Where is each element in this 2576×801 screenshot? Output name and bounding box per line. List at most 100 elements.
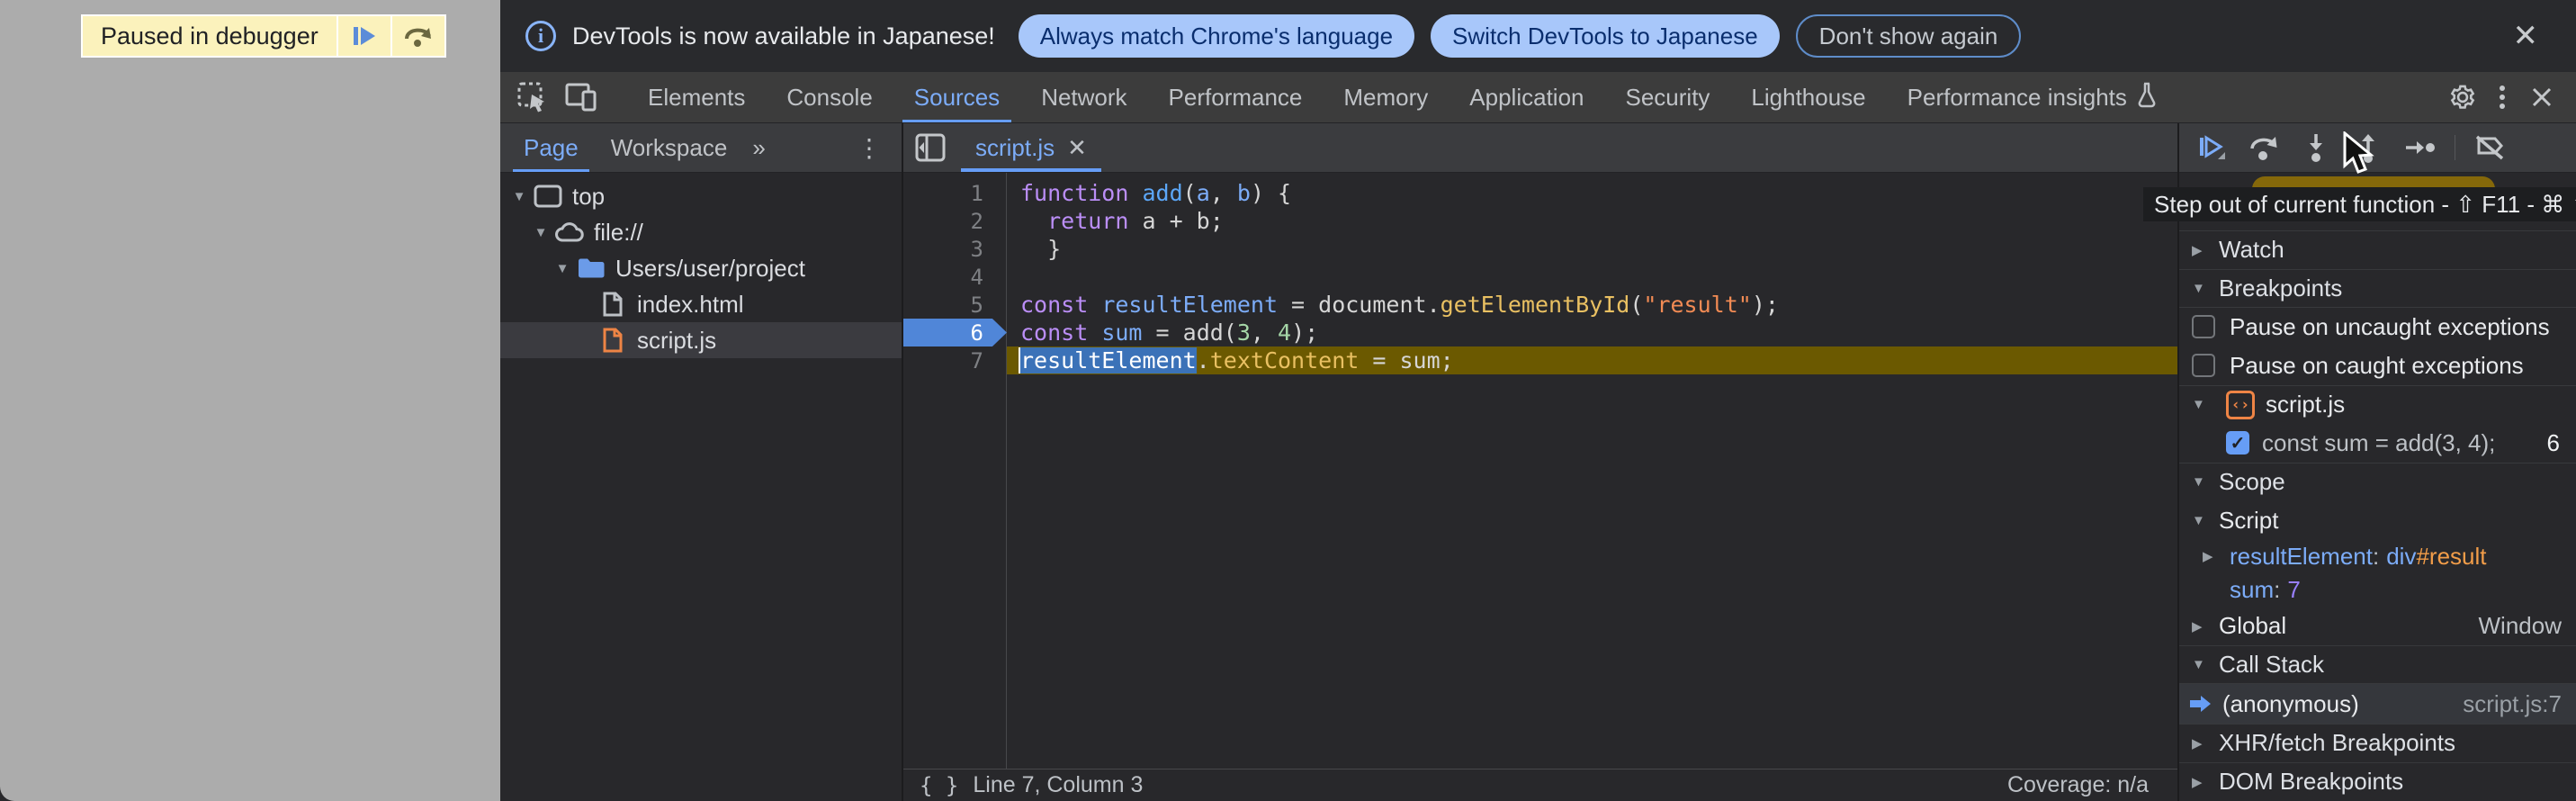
navigator-pane: Page Workspace » ⋮ ▼top▼file://▼Users/us… — [500, 123, 903, 801]
step-over-button[interactable] — [392, 16, 444, 56]
scope-global-row[interactable]: ▶ Global Window — [2179, 607, 2576, 645]
step-out-icon[interactable] — [2345, 127, 2392, 168]
editor-status-bar: { } Line 7, Column 3 Coverage: n/a — [903, 769, 2177, 801]
panel-tabs: ElementsConsoleSourcesNetworkPerformance… — [627, 72, 2178, 122]
code-editor[interactable]: 1function add(a, b) {2 return a + b;3 }4… — [903, 173, 2177, 769]
always-match-language-button[interactable]: Always match Chrome's language — [1019, 14, 1414, 58]
section-call-stack[interactable]: ▼ Call Stack — [2179, 645, 2576, 684]
line-number[interactable]: 5 — [903, 291, 1007, 319]
tab-performance[interactable]: Performance — [1148, 72, 1324, 122]
code-line-4[interactable]: 4 — [903, 263, 2177, 291]
tab-elements[interactable]: Elements — [627, 72, 766, 122]
navigator-tab-row: Page Workspace » ⋮ — [500, 123, 902, 173]
toggle-navigator-panel-icon[interactable] — [903, 123, 957, 172]
dont-show-again-button[interactable]: Don't show again — [1796, 14, 2022, 58]
scope-group-label: Script — [2219, 507, 2278, 535]
editor-tab-close-icon[interactable]: ✕ — [1067, 134, 1087, 162]
section-xhr-breakpoints[interactable]: ▶ XHR/fetch Breakpoints — [2179, 724, 2576, 762]
call-stack-frame-row[interactable]: (anonymous) script.js:7 — [2179, 684, 2576, 724]
step-over-icon[interactable] — [2240, 127, 2287, 168]
code-token: b — [1237, 180, 1251, 206]
pretty-print-icon[interactable]: { } — [920, 773, 958, 798]
resume-script-button[interactable] — [2188, 127, 2235, 168]
chevron-down-icon[interactable]: ▼ — [552, 261, 572, 276]
settings-gear-icon[interactable] — [2443, 77, 2482, 117]
tab-performance-insights[interactable]: Performance insights — [1887, 72, 2178, 122]
line-number[interactable]: 3 — [903, 235, 1007, 263]
chevron-down-icon: ▼ — [2192, 281, 2219, 296]
inspect-element-icon[interactable] — [513, 77, 552, 117]
code-line-3[interactable]: 3 } — [903, 235, 2177, 263]
toggle-device-toolbar-icon[interactable] — [561, 77, 601, 117]
chevron-down-icon: ▼ — [2192, 474, 2219, 490]
code-token: "result" — [1643, 292, 1751, 318]
chevron-down-icon[interactable]: ▼ — [509, 189, 529, 204]
section-scope[interactable]: ▼ Scope — [2179, 463, 2576, 501]
more-options-kebab-icon[interactable] — [2482, 77, 2522, 117]
folder-icon — [576, 255, 606, 282]
close-devtools-icon[interactable] — [2522, 77, 2562, 117]
line-number[interactable]: 2 — [903, 207, 1007, 235]
code-token: } — [1020, 236, 1061, 262]
tab-sources[interactable]: Sources — [893, 72, 1020, 122]
tree-item-index-html[interactable]: index.html — [500, 286, 902, 322]
code-line-2[interactable]: 2 return a + b; — [903, 207, 2177, 235]
code-line-6[interactable]: 6const sum = add(3, 4); — [903, 319, 2177, 346]
tree-item-users-user-project[interactable]: ▼Users/user/project — [500, 250, 902, 286]
tree-item-script-js[interactable]: script.js — [500, 322, 902, 358]
tree-item-file-[interactable]: ▼file:// — [500, 214, 902, 250]
navigator-kebab-icon[interactable]: ⋮ — [837, 123, 902, 172]
switch-to-japanese-button[interactable]: Switch DevTools to Japanese — [1431, 14, 1780, 58]
code-line-1[interactable]: 1function add(a, b) { — [903, 179, 2177, 207]
tab-console[interactable]: Console — [766, 72, 893, 122]
tab-application[interactable]: Application — [1449, 72, 1604, 122]
checkbox-checked[interactable]: ✓ — [2226, 431, 2249, 454]
code-token: add — [1142, 180, 1182, 206]
js-file-icon: ‹› — [2226, 391, 2255, 419]
line-number[interactable]: 1 — [903, 179, 1007, 207]
scope-script-group[interactable]: ▼ Script — [2179, 501, 2576, 540]
section-dom-breakpoints[interactable]: ▶ DOM Breakpoints — [2179, 762, 2576, 801]
more-tabs-icon[interactable]: » — [743, 123, 774, 172]
breakpoint-file-name: script.js — [2266, 391, 2345, 418]
line-number[interactable]: 4 — [903, 263, 1007, 291]
tab-label: Application — [1469, 84, 1584, 112]
check-icon: ✓ — [2230, 432, 2246, 454]
chevron-right-icon: ▶ — [2203, 548, 2230, 564]
chevron-down-icon[interactable]: ▼ — [531, 225, 551, 240]
file-html-icon — [597, 291, 628, 318]
pause-uncaught-row[interactable]: Pause on uncaught exceptions — [2179, 308, 2576, 346]
section-breakpoints[interactable]: ▼ Breakpoints — [2179, 269, 2576, 308]
breakpoint-badge[interactable]: 6 — [903, 319, 1007, 346]
tree-item-top[interactable]: ▼top — [500, 178, 902, 214]
tab-lighthouse[interactable]: Lighthouse — [1730, 72, 1886, 122]
step-icon[interactable] — [2397, 127, 2444, 168]
colon: : — [2274, 576, 2287, 604]
section-watch[interactable]: ▶ Watch — [2179, 230, 2576, 269]
tab-network[interactable]: Network — [1020, 72, 1147, 122]
deactivate-breakpoints-icon[interactable] — [2466, 127, 2513, 168]
editor-tab-scriptjs[interactable]: script.js ✕ — [957, 123, 1105, 172]
line-number[interactable]: 7 — [903, 346, 1007, 374]
scope-var-resultElement[interactable]: ▶ resultElement: div#result — [2179, 540, 2576, 573]
breakpoint-file-group[interactable]: ▼ ‹› script.js — [2179, 385, 2576, 424]
code-line-5[interactable]: 5const resultElement = document.getEleme… — [903, 291, 2177, 319]
tab-security[interactable]: Security — [1605, 72, 1731, 122]
pause-caught-row[interactable]: Pause on caught exceptions — [2179, 346, 2576, 385]
toolbar-left-icons — [500, 72, 627, 122]
resume-script-button[interactable] — [338, 16, 390, 56]
chevron-right-icon: ▶ — [2192, 618, 2219, 634]
tab-workspace[interactable]: Workspace — [595, 123, 744, 172]
checkbox-unchecked[interactable] — [2192, 354, 2215, 377]
notification-close-icon[interactable]: ✕ — [2500, 17, 2552, 55]
checkbox-unchecked[interactable] — [2192, 315, 2215, 338]
step-into-icon[interactable] — [2293, 127, 2339, 168]
scope-var-sum[interactable]: sum: 7 — [2179, 573, 2576, 607]
line-content: resultElement.textContent = sum; — [1007, 346, 2177, 374]
breakpoint-entry-row[interactable]: ✓ const sum = add(3, 4); 6 — [2179, 424, 2576, 463]
tab-page[interactable]: Page — [507, 123, 595, 172]
code-line-7[interactable]: 7resultElement.textContent = sum; — [903, 346, 2177, 374]
tab-memory[interactable]: Memory — [1323, 72, 1449, 122]
debugger-controls — [2179, 123, 2576, 173]
debugger-sidebar: ▶ Watch ▼ Breakpoints Pause on uncaught … — [2177, 123, 2576, 801]
